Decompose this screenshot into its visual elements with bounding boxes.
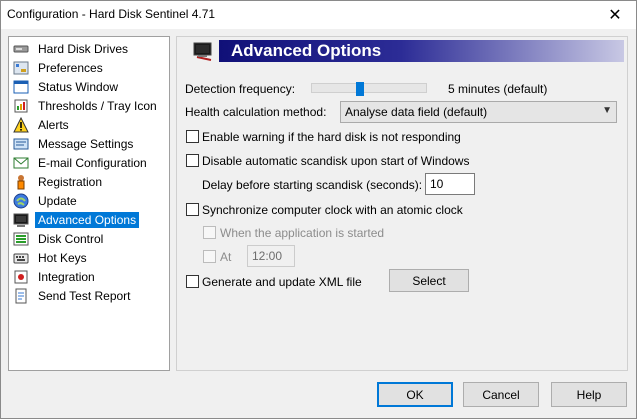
scandisk-delay-label: Delay before starting scandisk (seconds)… bbox=[202, 178, 423, 192]
update-icon bbox=[13, 193, 29, 209]
registration-icon bbox=[13, 174, 29, 190]
window-title: Configuration - Hard Disk Sentinel 4.71 bbox=[7, 7, 216, 21]
close-button[interactable]: ✕ bbox=[600, 3, 630, 27]
select-xml-button[interactable]: Select bbox=[389, 269, 469, 292]
sidebar: Hard Disk Drives Preferences Status Wind… bbox=[8, 36, 170, 371]
title-bar[interactable]: Configuration - Hard Disk Sentinel 4.71 … bbox=[1, 1, 636, 29]
send-report-icon bbox=[13, 288, 29, 304]
warn-not-responding-label[interactable]: Enable warning if the hard disk is not r… bbox=[202, 130, 461, 144]
when-started-label: When the application is started bbox=[220, 226, 385, 240]
health-method-label: Health calculation method: bbox=[185, 105, 327, 119]
email-icon bbox=[13, 155, 29, 171]
advanced-options-icon bbox=[13, 212, 29, 228]
sidebar-item-alerts[interactable]: Alerts bbox=[13, 116, 72, 134]
sidebar-item-label: Hard Disk Drives bbox=[38, 42, 129, 56]
sidebar-item-label: Message Settings bbox=[38, 137, 134, 151]
at-time-value: 12:00 bbox=[252, 249, 283, 263]
scandisk-delay-input[interactable]: 10 bbox=[425, 173, 475, 195]
sidebar-item-label: Advanced Options bbox=[35, 212, 140, 228]
sidebar-item-preferences[interactable]: Preferences bbox=[13, 59, 106, 77]
disable-scandisk-checkbox[interactable] bbox=[186, 154, 199, 167]
sidebar-item-label: Status Window bbox=[38, 80, 119, 94]
sync-clock-checkbox[interactable] bbox=[186, 203, 199, 216]
detection-frequency-slider[interactable] bbox=[311, 83, 427, 93]
sidebar-item-send-test-report[interactable]: Send Test Report bbox=[13, 287, 134, 305]
alert-icon bbox=[13, 116, 29, 133]
hard-disk-icon bbox=[13, 41, 29, 57]
sidebar-item-label: Update bbox=[38, 194, 77, 208]
sidebar-item-email-configuration[interactable]: E-mail Configuration bbox=[13, 154, 150, 172]
disk-control-icon bbox=[13, 231, 29, 247]
hot-keys-icon bbox=[13, 250, 29, 266]
sidebar-item-label: Thresholds / Tray Icon bbox=[38, 99, 157, 113]
monitor-icon bbox=[192, 40, 214, 62]
at-time-label: At bbox=[220, 250, 232, 264]
ok-button[interactable]: OK bbox=[377, 382, 453, 407]
sync-clock-label[interactable]: Synchronize computer clock with an atomi… bbox=[202, 203, 463, 217]
slider-thumb[interactable] bbox=[356, 82, 364, 96]
when-started-checkbox[interactable] bbox=[203, 226, 216, 239]
sidebar-item-label: Send Test Report bbox=[38, 289, 131, 303]
sidebar-item-label: Alerts bbox=[38, 118, 69, 132]
cancel-button[interactable]: Cancel bbox=[463, 382, 539, 407]
panel-header: Advanced Options bbox=[219, 40, 624, 62]
detection-frequency-label: Detection frequency: bbox=[185, 82, 296, 96]
generate-xml-checkbox[interactable] bbox=[186, 275, 199, 288]
help-button[interactable]: Help bbox=[551, 382, 627, 407]
health-method-select[interactable]: Analyse data field (default) ▼ bbox=[340, 101, 617, 123]
at-time-checkbox[interactable] bbox=[203, 250, 216, 263]
sidebar-item-label: Integration bbox=[38, 270, 95, 284]
sidebar-item-integration[interactable]: Integration bbox=[13, 268, 98, 286]
sidebar-item-status-window[interactable]: Status Window bbox=[13, 78, 121, 96]
warn-not-responding-checkbox[interactable] bbox=[186, 130, 199, 143]
sidebar-item-message-settings[interactable]: Message Settings bbox=[13, 135, 136, 153]
sidebar-item-disk-control[interactable]: Disk Control bbox=[13, 230, 106, 248]
chevron-down-icon: ▼ bbox=[602, 105, 612, 116]
preferences-icon bbox=[13, 60, 29, 76]
sidebar-item-registration[interactable]: Registration bbox=[13, 173, 105, 191]
thresholds-icon bbox=[13, 98, 29, 114]
sidebar-item-advanced-options[interactable]: Advanced Options bbox=[13, 211, 140, 229]
health-method-value: Analyse data field (default) bbox=[345, 105, 488, 119]
sidebar-item-hot-keys[interactable]: Hot Keys bbox=[13, 249, 90, 267]
sidebar-item-hard-disk-drives[interactable]: Hard Disk Drives bbox=[13, 40, 131, 58]
status-window-icon bbox=[13, 79, 29, 95]
scandisk-delay-value: 10 bbox=[430, 177, 444, 191]
sidebar-item-label: E-mail Configuration bbox=[38, 156, 147, 170]
sidebar-item-label: Hot Keys bbox=[38, 251, 87, 265]
message-icon bbox=[13, 136, 29, 152]
sidebar-item-thresholds[interactable]: Thresholds / Tray Icon bbox=[13, 97, 160, 115]
generate-xml-label[interactable]: Generate and update XML file bbox=[202, 275, 362, 289]
at-time-input[interactable]: 12:00 bbox=[247, 245, 295, 267]
integration-icon bbox=[13, 269, 29, 285]
sidebar-item-label: Registration bbox=[38, 175, 103, 189]
sidebar-item-update[interactable]: Update bbox=[13, 192, 80, 210]
panel-title: Advanced Options bbox=[231, 41, 382, 60]
disable-scandisk-label[interactable]: Disable automatic scandisk upon start of… bbox=[202, 154, 469, 168]
sidebar-item-label: Disk Control bbox=[38, 232, 104, 246]
sidebar-item-label: Preferences bbox=[38, 61, 103, 75]
detection-frequency-value: 5 minutes (default) bbox=[448, 82, 548, 96]
